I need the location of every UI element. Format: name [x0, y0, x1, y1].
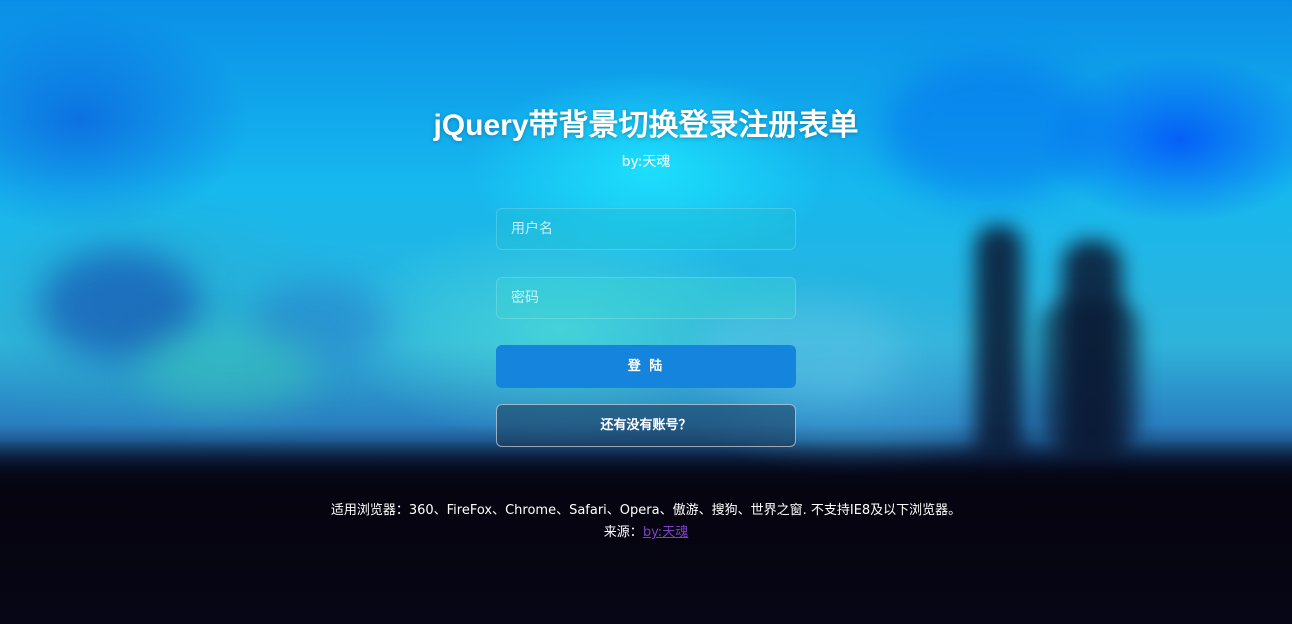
source-link[interactable]: by:天魂 [643, 525, 688, 540]
page-subtitle: by:天魂 [621, 154, 671, 170]
login-button[interactable]: 登 陆 [496, 345, 796, 388]
source-line: 来源：by:天魂 [0, 522, 1292, 544]
page-title: jQuery带背景切换登录注册表单 [433, 109, 859, 142]
username-input[interactable] [496, 208, 796, 250]
browser-support-text: 适用浏览器：360、FireFox、Chrome、Safari、Opera、傲游… [330, 503, 962, 518]
source-label: 来源： [603, 525, 643, 540]
password-input[interactable] [496, 277, 796, 319]
footer: 适用浏览器：360、FireFox、Chrome、Safari、Opera、傲游… [0, 500, 1292, 544]
register-button[interactable]: 还有没有账号？ [496, 404, 796, 447]
